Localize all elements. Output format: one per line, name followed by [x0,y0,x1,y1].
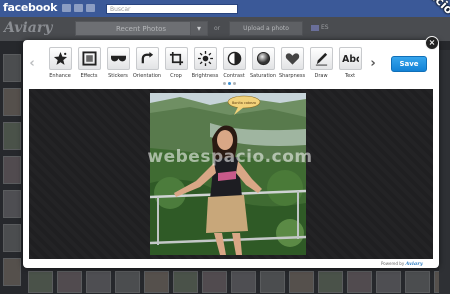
album-select-chevron-icon[interactable]: ▾ [190,21,208,36]
editor-canvas: Bonita cabeza webespacio.com [29,89,433,259]
facebook-top-bar: facebook Buscar [0,0,450,17]
tool-stickers[interactable]: Stickers [103,47,133,87]
tool-page-dots [223,82,236,85]
background-photo-thumbnail [289,271,314,293]
background-photo-thumbnail [173,271,198,293]
background-photo-thumbnail [3,122,21,150]
save-button[interactable]: Save [391,56,427,72]
contrast-icon [222,47,246,70]
page-dot[interactable] [223,82,226,85]
tool-contrast[interactable]: Contrast [219,47,249,87]
edited-photo[interactable]: Bonita cabeza [150,93,306,255]
enhance-star-icon [48,47,72,70]
tool-text[interactable]: Abc Text [335,47,365,87]
tool-sharpness[interactable]: Sharpness [277,47,307,87]
background-photo-thumbnail [3,258,21,286]
tools-next-arrow[interactable]: › [368,54,378,74]
orientation-rotate-icon [135,47,159,70]
background-right-edge [439,50,450,294]
crop-icon [164,47,188,70]
aviary-brand-link[interactable]: Aviary [405,261,422,267]
album-select[interactable]: Recent Photos [75,21,207,36]
background-photo-thumbnail [260,271,285,293]
background-photo-thumbnail [347,271,372,293]
page-dot[interactable] [233,82,236,85]
sharpness-heart-icon [280,47,304,70]
powered-by-label: Powered by [381,261,405,266]
tool-crop[interactable]: Crop [161,47,191,87]
background-photo-thumbnail [86,271,111,293]
facebook-logo[interactable]: facebook [3,1,57,14]
photo-editor-modal: ‹ Enhance Effects Stickers Orientation C… [23,40,439,268]
background-photo-thumbnail [3,224,21,252]
tool-draw[interactable]: Draw [306,47,336,87]
language-flag-icon[interactable] [311,25,319,31]
aviary-app-header [0,17,450,41]
tools-prev-arrow[interactable]: ‹ [27,54,37,74]
background-photo-thumbnail [57,271,82,293]
language-label[interactable]: ES [321,24,329,31]
background-photo-thumbnail [231,271,256,293]
background-photo-thumbnail [3,156,21,184]
tool-label: Text [344,73,356,79]
tool-orientation[interactable]: Orientation [132,47,162,87]
friend-requests-icon[interactable] [62,4,71,12]
background-photo-thumbnail [28,271,53,293]
close-editor-button[interactable]: × [425,36,439,50]
messages-icon[interactable] [74,4,83,12]
saturation-icon [251,47,275,70]
effects-frame-icon [77,47,101,70]
background-photo-thumbnail [202,271,227,293]
background-photo-thumbnail [115,271,140,293]
draw-pen-icon [309,47,333,70]
stickers-glasses-icon [106,47,130,70]
notifications-icon[interactable] [86,4,95,12]
upload-photo-button[interactable]: Upload a photo [229,21,303,36]
tool-saturation[interactable]: Saturation [248,47,278,87]
facebook-notification-icons [62,4,95,12]
background-photo-thumbnail [376,271,401,293]
background-photo-thumbnail [3,88,21,116]
or-label: or [214,25,221,32]
background-photo-thumbnail [3,190,21,218]
background-photo-thumbnail [318,271,343,293]
tool-strip: Enhance Effects Stickers Orientation Cro… [43,47,368,87]
facebook-search-input[interactable]: Buscar [106,4,238,14]
photo-watermark: webespacio.com [147,147,313,167]
svg-text:Abc: Abc [342,54,359,65]
page-dot-active[interactable] [228,82,231,85]
aviary-app-logo: Aviary [4,20,53,36]
tool-brightness[interactable]: Brightness [190,47,220,87]
background-photo-thumbnail [144,271,169,293]
photo-sticker-text: Bonita cabeza [232,101,256,105]
brightness-sun-icon [193,47,217,70]
background-photo-thumbnail [405,271,430,293]
background-photo-thumbnail [3,54,21,82]
tool-enhance[interactable]: Enhance [45,47,75,87]
powered-by-footer: Powered by Aviary [381,261,423,267]
tool-effects[interactable]: Effects [74,47,104,87]
text-abc-icon: Abc [338,47,362,70]
